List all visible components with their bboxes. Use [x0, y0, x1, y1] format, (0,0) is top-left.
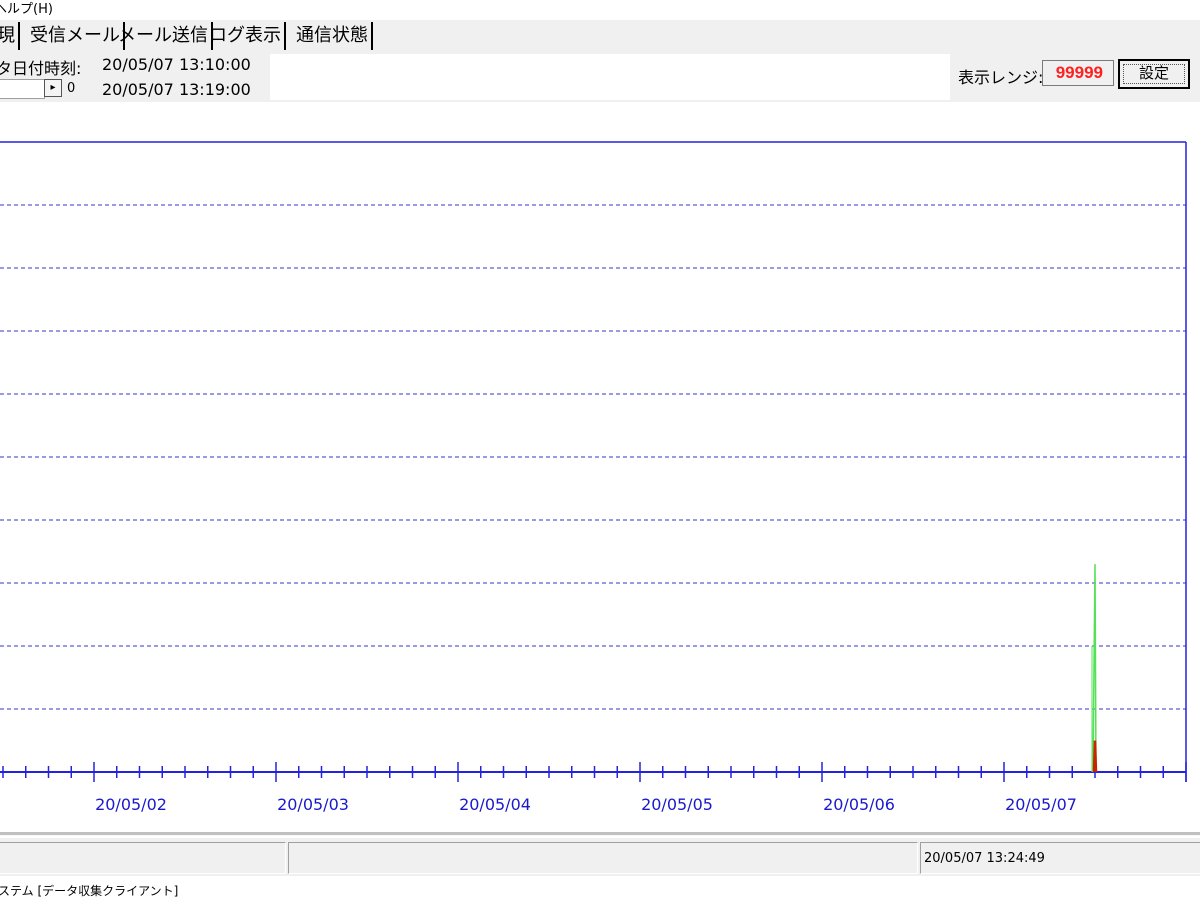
tab-current[interactable]: 現	[0, 22, 20, 50]
status-bar: 20/05/07 13:24:49	[0, 838, 1200, 876]
x-tick-label: 20/05/04	[459, 795, 531, 814]
tab-send-mail[interactable]: メール送信	[115, 22, 213, 50]
tab-bar: 現 受信メール メール送信 ログ表示 通信状態	[0, 20, 1200, 53]
trend-chart: 20/05/02 20/05/03 20/05/04 20/05/05 20/05/06…	[0, 141, 1187, 814]
x-tick-label: 20/05/06	[823, 795, 895, 814]
tab-comm-status[interactable]: 通信状態	[293, 22, 373, 50]
nav-scroll-track[interactable]	[0, 79, 45, 99]
status-panel-2	[288, 842, 918, 874]
nav-value: 0	[67, 81, 76, 96]
status-panel-1	[0, 842, 286, 874]
x-tick-label: 20/05/02	[95, 795, 167, 814]
end-time-value: 20/05/07 13:19:00	[102, 80, 251, 99]
menu-help[interactable]: ヘルプ(H)	[0, 1, 53, 19]
tab-log-view[interactable]: ログ表示	[206, 22, 286, 50]
start-time-value: 20/05/07 13:10:00	[102, 55, 251, 74]
display-range-input[interactable]: 99999	[1042, 60, 1114, 86]
window-title: ステム [データ収集クライアント]	[0, 884, 179, 898]
chart-separator	[0, 832, 1200, 836]
date-time-label: タ日付時刻:	[0, 59, 82, 78]
x-tick-label: 20/05/05	[641, 795, 713, 814]
status-time: 20/05/07 13:24:49	[924, 851, 1045, 866]
tab-received-mail[interactable]: 受信メール	[27, 22, 125, 50]
set-button[interactable]: 設定	[1118, 59, 1190, 89]
red-series-spike	[1092, 740, 1098, 773]
menu-bar: ヘルプ(H)	[0, 0, 1200, 20]
right-arrow-icon: ▸	[50, 82, 56, 93]
display-range-label: 表示レンジ:	[958, 68, 1044, 87]
info-blank-area	[270, 54, 950, 100]
x-tick-label: 20/05/07	[1005, 795, 1077, 814]
x-tick-label: 20/05/03	[277, 795, 349, 814]
nav-next-button[interactable]: ▸	[44, 79, 62, 97]
